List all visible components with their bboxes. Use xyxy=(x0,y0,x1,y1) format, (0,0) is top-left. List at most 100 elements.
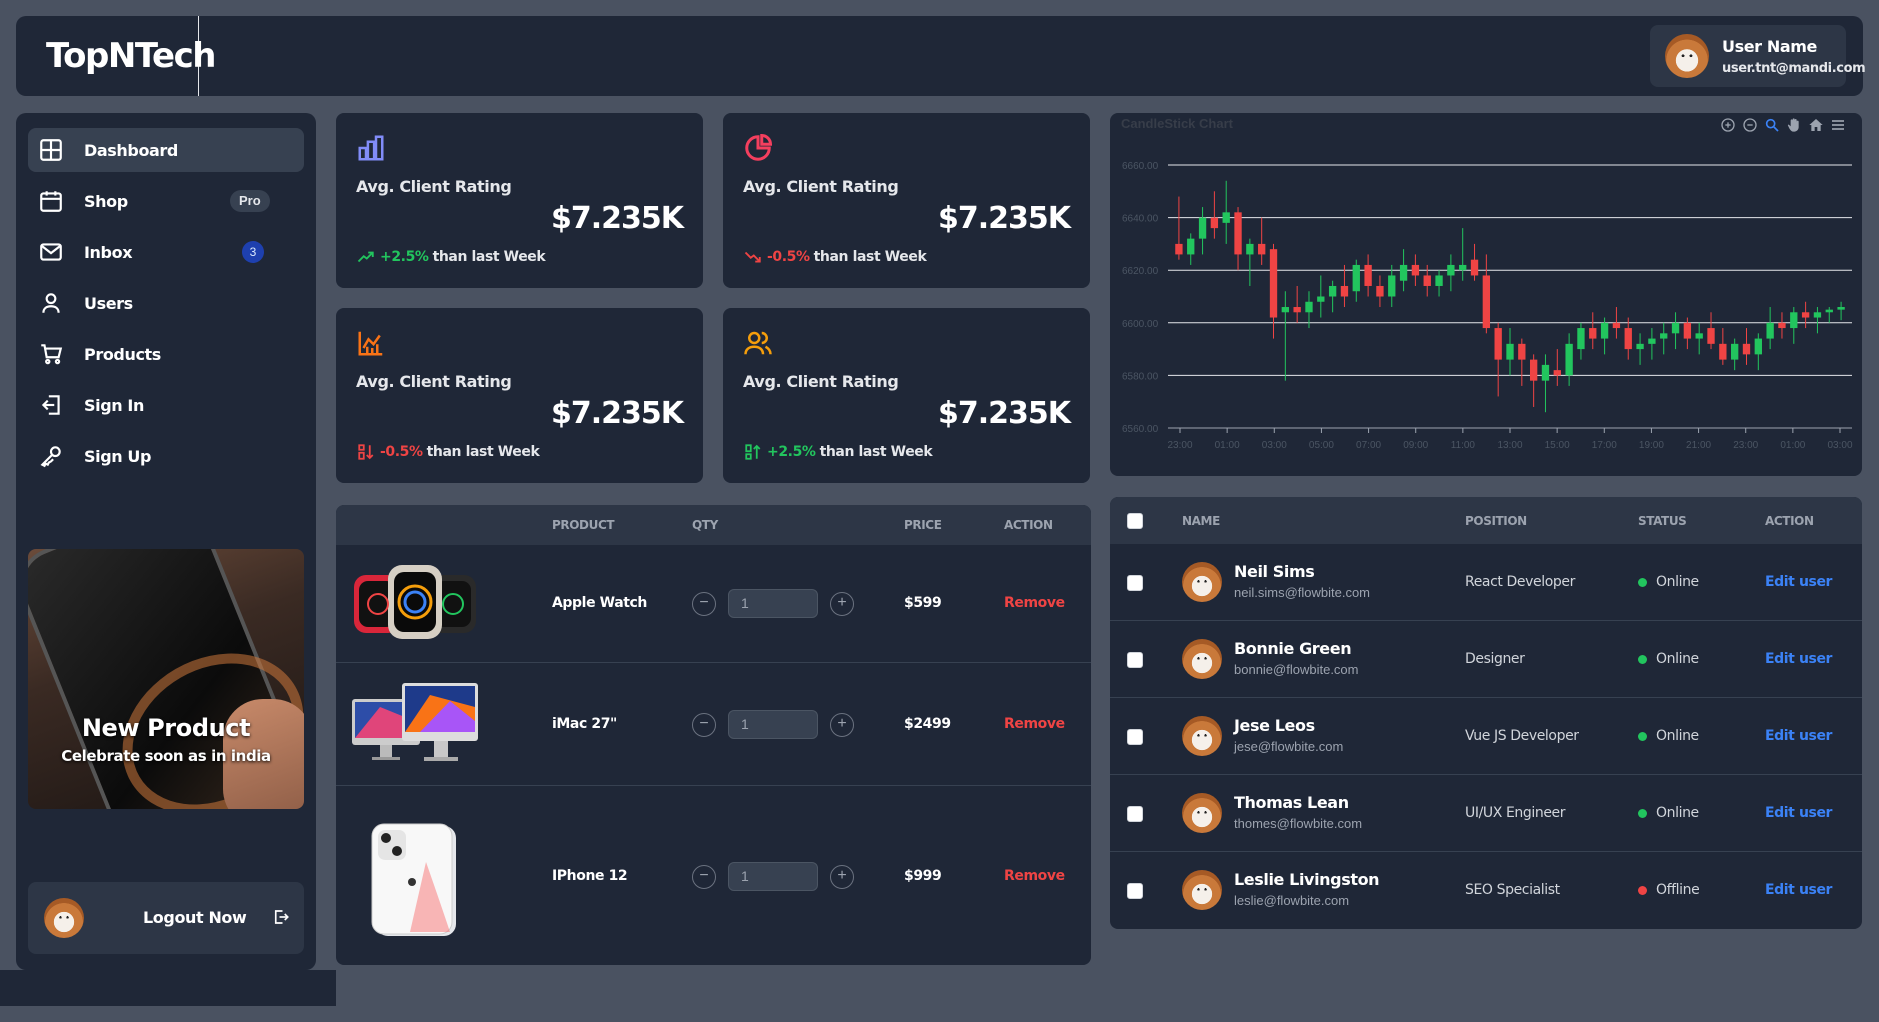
edit-user-link[interactable]: Edit user xyxy=(1765,805,1832,821)
select-all-checkbox[interactable] xyxy=(1127,513,1143,529)
stat-value: $7.235K xyxy=(937,396,1071,431)
user-avatar xyxy=(1665,34,1709,78)
x-tick-label: 05:00 xyxy=(1309,440,1334,451)
stat-card: Avg. Client Rating $7.235K -0.5% than la… xyxy=(336,308,703,483)
candle-body xyxy=(1742,343,1751,355)
sign-in-icon xyxy=(41,395,60,415)
quantity-input[interactable]: 1 xyxy=(728,862,818,891)
key-icon xyxy=(40,446,61,468)
y-tick-label: 6640.00 xyxy=(1122,214,1159,225)
candle-body xyxy=(1707,328,1715,344)
quantity-input[interactable]: 1 xyxy=(728,710,818,739)
avatar xyxy=(1182,793,1222,833)
x-tick-label: 17:00 xyxy=(1592,440,1617,451)
edit-user-link[interactable]: Edit user xyxy=(1765,882,1832,898)
row-checkbox[interactable] xyxy=(1127,883,1143,899)
sidebar-item-sign-in[interactable]: Sign In xyxy=(28,383,304,427)
candle-body xyxy=(1731,343,1739,360)
decrement-button[interactable]: − xyxy=(692,712,716,737)
brand-logo[interactable]: TopNTech xyxy=(28,16,216,96)
candle-body xyxy=(1553,370,1561,376)
stat-value: $7.235K xyxy=(550,396,684,431)
user-profile-chip[interactable]: User Name user.tnt@mandi.com xyxy=(1650,25,1866,87)
candle-body xyxy=(1790,312,1798,329)
product-name: Apple Watch xyxy=(552,595,647,611)
increment-button[interactable]: + xyxy=(830,591,854,616)
user-name: Neil Sims xyxy=(1234,562,1315,581)
stat-value: $7.235K xyxy=(550,201,684,236)
stat-title: Avg. Client Rating xyxy=(356,177,512,196)
candle-body xyxy=(1518,343,1526,360)
column-header: QTY xyxy=(692,518,718,532)
sidebar-item-products[interactable]: Products xyxy=(28,332,304,376)
candle-body xyxy=(1600,322,1609,339)
status-badge: Online xyxy=(1638,651,1699,667)
x-tick-label: 01:00 xyxy=(1780,440,1805,451)
avatar xyxy=(1182,639,1222,679)
new-product-promo-card[interactable]: New Product Celebrate soon as in india xyxy=(28,549,304,809)
increment-button[interactable]: + xyxy=(830,712,854,737)
candle-body xyxy=(1175,243,1183,255)
candle-body xyxy=(1423,275,1431,286)
table-header: PRODUCT QTY PRICE ACTION xyxy=(336,505,1091,545)
table-header: NAME POSITION STATUS ACTION xyxy=(1110,497,1862,544)
x-tick-label: 13:00 xyxy=(1497,440,1522,451)
row-checkbox[interactable] xyxy=(1127,652,1143,668)
y-tick-label: 6600.00 xyxy=(1122,319,1159,330)
row-checkbox[interactable] xyxy=(1127,575,1143,591)
remove-link[interactable]: Remove xyxy=(1004,716,1065,732)
row-checkbox[interactable] xyxy=(1127,806,1143,822)
candle-body xyxy=(1364,264,1372,286)
edit-user-link[interactable]: Edit user xyxy=(1765,574,1832,590)
candlestick-chart: 6660.00 6640.00 6620.00 6600.00 6580.00 6560.… xyxy=(1122,161,1853,451)
remove-link[interactable]: Remove xyxy=(1004,868,1065,884)
decrement-button[interactable]: − xyxy=(692,864,716,889)
user-name: User Name xyxy=(1722,37,1817,56)
sidebar-item-inbox[interactable]: Inbox 3 xyxy=(28,230,304,274)
decrement-button[interactable]: − xyxy=(692,591,716,616)
quantity-input[interactable]: 1 xyxy=(728,589,818,618)
product-name: IPhone 12 xyxy=(552,868,628,884)
user-email: user.tnt@mandi.com xyxy=(1722,61,1866,76)
candle-body xyxy=(1695,333,1703,339)
column-header: NAME xyxy=(1182,514,1220,528)
candlestick-chart-card: CandleStick Chart 6660.00 6640.00 6620.00 6… xyxy=(1110,113,1862,476)
footer-strip xyxy=(0,970,336,1006)
sidebar-item-sign-up[interactable]: Sign Up xyxy=(28,434,304,478)
logout-button[interactable]: Logout Now xyxy=(28,882,304,954)
x-tick-label: 03:00 xyxy=(1262,440,1287,451)
sidebar-item-dashboard[interactable]: Dashboard xyxy=(28,128,304,172)
candle-body xyxy=(1683,322,1692,339)
candle-body xyxy=(1281,307,1289,313)
candle-body xyxy=(1541,364,1550,381)
product-name: iMac 27" xyxy=(552,716,617,732)
edit-user-link[interactable]: Edit user xyxy=(1765,728,1832,744)
remove-link[interactable]: Remove xyxy=(1004,595,1065,611)
table-row: Bonnie Green bonnie@flowbite.com Designe… xyxy=(1110,621,1862,698)
stat-card: Avg. Client Rating $7.235K +2.5% than la… xyxy=(336,113,703,288)
candle-body xyxy=(1317,296,1325,302)
candle-body xyxy=(1411,264,1420,276)
x-tick-label: 07:00 xyxy=(1356,440,1381,451)
row-checkbox[interactable] xyxy=(1127,729,1143,745)
user-name: Thomas Lean xyxy=(1234,793,1349,812)
candle-body xyxy=(1246,243,1254,255)
candle-body xyxy=(1447,264,1455,276)
quantity-stepper: − 1 + xyxy=(692,589,854,618)
users-table: NAME POSITION STATUS ACTION Neil Sims ne… xyxy=(1110,497,1862,929)
candle-body xyxy=(1529,359,1538,381)
dashboard-grid-icon xyxy=(40,139,62,161)
table-row: IPhone 12 − 1 + $999 Remove xyxy=(336,786,1091,965)
logout-label: Logout Now xyxy=(143,908,247,927)
increment-button[interactable]: + xyxy=(830,864,854,889)
candle-body xyxy=(1801,312,1810,318)
x-tick-label: 21:00 xyxy=(1686,440,1711,451)
sidebar-item-shop[interactable]: Shop Pro xyxy=(28,179,304,223)
candle-body xyxy=(1648,338,1656,344)
candle-body xyxy=(1660,333,1668,339)
top-header: TopNTech User Name user.tnt@mandi.com xyxy=(16,16,1866,96)
candle-body xyxy=(1328,285,1337,297)
edit-user-link[interactable]: Edit user xyxy=(1765,651,1832,667)
sidebar-item-users[interactable]: Users xyxy=(28,281,304,325)
x-tick-label: 15:00 xyxy=(1545,440,1570,451)
